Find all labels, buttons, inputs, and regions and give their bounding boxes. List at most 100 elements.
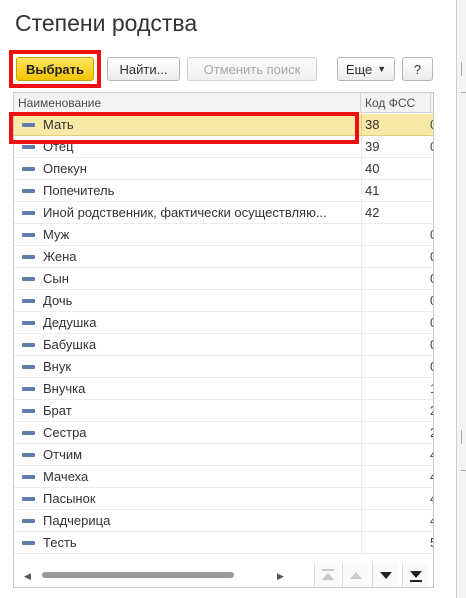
minus-icon — [22, 233, 35, 237]
row-name: Внучка — [43, 381, 86, 396]
row-name: Бабушка — [43, 337, 97, 352]
row-name: Брат — [43, 403, 72, 418]
column-header-fss-code[interactable]: Код ФСС — [361, 93, 431, 113]
more-label: Еще — [345, 61, 373, 77]
column-divider — [361, 334, 362, 356]
select-button[interactable]: Выбрать — [16, 57, 94, 81]
arrow-up-icon[interactable] — [342, 563, 368, 587]
jump-to-top-icon[interactable] — [314, 563, 340, 587]
table-row[interactable]: Отец 39 0 — [14, 136, 433, 158]
minus-icon — [22, 189, 35, 193]
table-row[interactable]: Дедушка 0 — [14, 312, 433, 334]
arrow-left-icon[interactable]: ◀ — [24, 571, 31, 582]
column-divider — [361, 466, 362, 488]
table-row[interactable]: Опекун 40 — [14, 158, 433, 180]
minus-icon — [22, 321, 35, 325]
kinship-table: Наименование Код ФСС Мать380Отец390Опеку… — [13, 92, 434, 588]
arrow-right-icon[interactable]: ▶ — [277, 571, 284, 582]
table-row[interactable]: Отчим 4 — [14, 444, 433, 466]
minus-icon — [22, 409, 35, 413]
table-row[interactable]: Муж 0 — [14, 224, 433, 246]
row-extra-value: 0 — [430, 268, 433, 290]
row-name: Пасынок — [43, 491, 96, 506]
row-name: Сестра — [43, 425, 87, 440]
row-name: Попечитель — [43, 183, 115, 198]
row-extra-value: 0 — [430, 246, 433, 268]
table-row[interactable]: Тесть 5 — [14, 532, 433, 554]
table-row[interactable]: Бабушка 0 — [14, 334, 433, 356]
row-extra-value: 4 — [430, 444, 433, 466]
minus-icon — [22, 343, 35, 347]
jump-to-bottom-icon[interactable] — [402, 563, 428, 587]
column-header-name[interactable]: Наименование — [14, 93, 361, 113]
more-button[interactable]: Еще ▼ — [337, 57, 395, 81]
scrollbar-thumb[interactable] — [42, 572, 234, 578]
table-row[interactable]: Сын 0 — [14, 268, 433, 290]
row-name: Муж — [43, 227, 70, 242]
help-button[interactable]: ? — [402, 57, 433, 81]
minus-icon — [22, 387, 35, 391]
column-divider — [361, 488, 362, 510]
column-divider — [361, 422, 362, 444]
table-row[interactable]: Пасынок 4 — [14, 488, 433, 510]
row-extra-value: 2 — [430, 400, 433, 422]
table-row[interactable]: Иной родственник, фактически осуществляю… — [14, 202, 433, 224]
horizontal-scrollbar[interactable]: ◀ ▶ — [14, 563, 304, 587]
minus-icon — [22, 123, 35, 127]
table-row[interactable]: Дочь 0 — [14, 290, 433, 312]
minus-icon — [22, 365, 35, 369]
minus-icon — [22, 145, 35, 149]
row-name: Мачеха — [43, 469, 89, 484]
table-row[interactable]: Сестра 2 — [14, 422, 433, 444]
row-fss-code: 38 — [365, 117, 380, 132]
minus-icon — [22, 277, 35, 281]
row-extra-value: 5 — [430, 532, 433, 554]
column-divider — [361, 158, 362, 180]
column-divider — [361, 312, 362, 334]
row-fss-code: 41 — [365, 183, 380, 198]
row-name: Тесть — [43, 535, 77, 550]
table-row[interactable]: Внук 0 — [14, 356, 433, 378]
row-name: Сын — [43, 271, 69, 286]
row-fss-code: 42 — [365, 205, 380, 220]
row-extra-value: 1 — [430, 378, 433, 400]
adjacent-window-edge — [456, 0, 466, 598]
row-name: Мать — [43, 117, 74, 132]
column-divider — [361, 510, 362, 532]
table-row[interactable]: Брат 2 — [14, 400, 433, 422]
table-row[interactable]: Мать 38 0 — [14, 114, 433, 136]
minus-icon — [22, 211, 35, 215]
table-row[interactable]: Попечитель 41 — [14, 180, 433, 202]
table-row[interactable]: Внучка 1 — [14, 378, 433, 400]
row-extra-value: 4 — [430, 510, 433, 532]
table-row[interactable]: Падчерица 4 — [14, 510, 433, 532]
column-divider — [361, 114, 362, 136]
row-name: Иной родственник, фактически осуществляю… — [43, 205, 327, 220]
table-row[interactable]: Жена 0 — [14, 246, 433, 268]
row-extra-value: 4 — [430, 466, 433, 488]
minus-icon — [22, 541, 35, 545]
row-extra-value: 0 — [430, 290, 433, 312]
column-header-extra[interactable] — [431, 93, 433, 113]
row-fss-code: 39 — [365, 139, 380, 154]
find-button[interactable]: Найти... — [107, 57, 180, 81]
page-title: Степени родства — [15, 10, 198, 36]
row-extra-value: 0 — [430, 334, 433, 356]
arrow-down-icon[interactable] — [372, 563, 398, 587]
minus-icon — [22, 475, 35, 479]
cancel-search-button[interactable]: Отменить поиск — [187, 57, 317, 81]
row-extra-value: 0 — [430, 312, 433, 334]
minus-icon — [22, 299, 35, 303]
minus-icon — [22, 167, 35, 171]
row-extra-value: 0 — [430, 136, 433, 158]
column-divider — [361, 378, 362, 400]
minus-icon — [22, 453, 35, 457]
row-extra-value: 0 — [430, 356, 433, 378]
minus-icon — [22, 519, 35, 523]
table-row[interactable]: Мачеха 4 — [14, 466, 433, 488]
row-name: Дедушка — [43, 315, 97, 330]
minus-icon — [22, 255, 35, 259]
row-extra-value: 0 — [430, 114, 433, 136]
row-name: Отчим — [43, 447, 83, 462]
row-extra-value: 2 — [430, 422, 433, 444]
